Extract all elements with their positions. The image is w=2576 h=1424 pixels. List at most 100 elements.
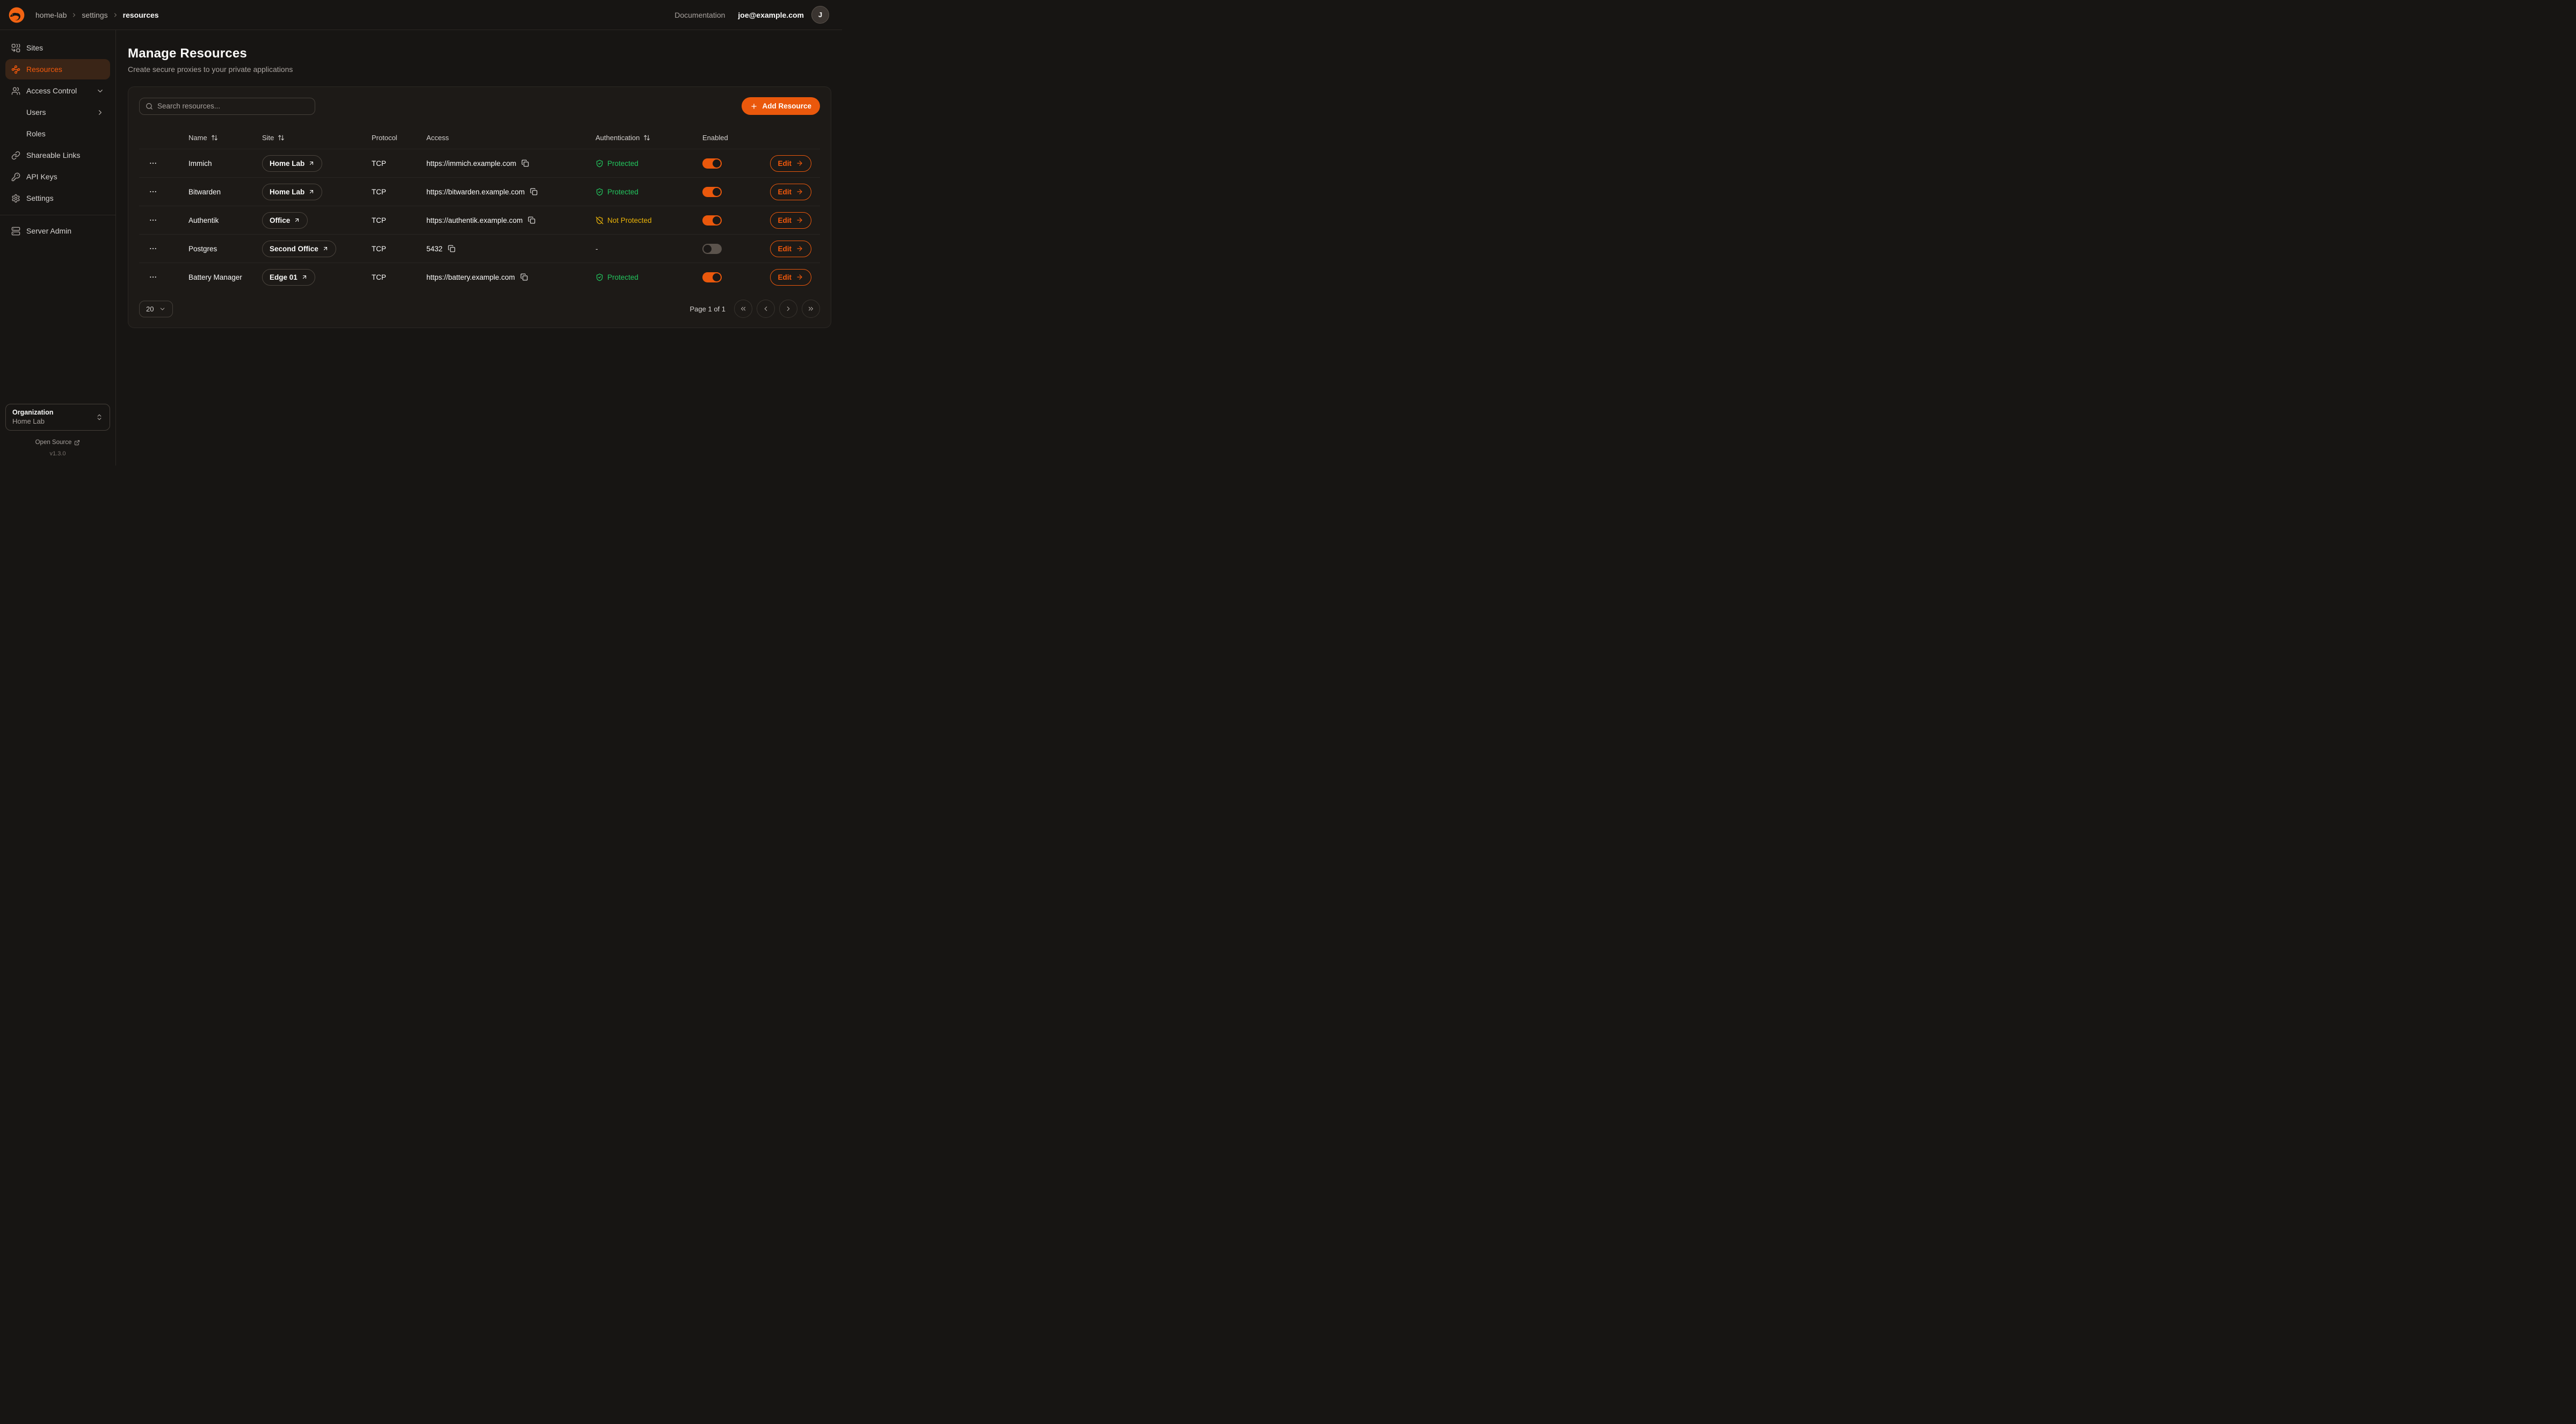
column-header-name[interactable]: Name — [188, 134, 262, 142]
app-version: v1.3.0 — [5, 451, 110, 457]
enabled-toggle[interactable] — [702, 215, 722, 226]
users-icon — [11, 86, 20, 96]
site-link-button[interactable]: Office — [262, 212, 308, 229]
external-link-icon — [74, 440, 80, 446]
enabled-toggle[interactable] — [702, 272, 722, 282]
protocol: TCP — [372, 273, 386, 281]
edit-label: Edit — [778, 273, 792, 281]
protocol: TCP — [372, 188, 386, 196]
copy-button[interactable] — [448, 245, 455, 252]
sidebar-item-label: Sites — [26, 43, 43, 52]
column-header-authentication[interactable]: Authentication — [596, 134, 702, 142]
row-menu-button[interactable] — [147, 214, 159, 227]
sidebar-item-resources[interactable]: Resources — [5, 59, 110, 79]
breadcrumb-resources[interactable]: resources — [123, 11, 159, 19]
chevron-left-icon — [762, 305, 770, 313]
first-page-button[interactable] — [734, 300, 752, 318]
search-box — [139, 98, 315, 115]
arrow-up-right-icon — [308, 160, 315, 166]
avatar[interactable]: J — [811, 6, 829, 24]
arrow-right-icon — [796, 159, 803, 167]
row-menu-button[interactable] — [147, 185, 159, 198]
page-size-select[interactable]: 20 — [139, 301, 173, 317]
breadcrumb-settings[interactable]: settings — [82, 11, 107, 19]
link-icon — [11, 151, 20, 160]
edit-button[interactable]: Edit — [770, 241, 812, 257]
organization-selector[interactable]: Organization Home Lab — [5, 404, 110, 431]
ellipsis-icon — [149, 273, 157, 281]
resource-name: Battery Manager — [188, 273, 242, 281]
resource-name: Authentik — [188, 216, 219, 224]
last-page-button[interactable] — [802, 300, 820, 318]
edit-button[interactable]: Edit — [770, 155, 812, 172]
site-link-button[interactable]: Second Office — [262, 241, 336, 257]
prev-page-button[interactable] — [757, 300, 775, 318]
auth-status: - — [596, 245, 702, 253]
resources-icon — [11, 65, 20, 74]
site-name: Second Office — [270, 245, 318, 253]
breadcrumb-home-lab[interactable]: home-lab — [35, 11, 67, 19]
add-resource-button[interactable]: Add Resource — [742, 97, 820, 115]
page-size-value: 20 — [146, 305, 154, 313]
copy-button[interactable] — [520, 273, 528, 281]
site-link-button[interactable]: Edge 01 — [262, 269, 315, 286]
row-menu-button[interactable] — [147, 242, 159, 255]
topbar: home-lab settings resources Documentatio… — [0, 0, 842, 30]
sidebar-item-server-admin[interactable]: Server Admin — [5, 221, 110, 241]
auth-status: Protected — [596, 159, 702, 168]
organization-label: Organization — [12, 408, 96, 417]
column-header-site[interactable]: Site — [262, 134, 372, 142]
table-row: Authentik Office TCP https://authentik.e… — [139, 206, 820, 234]
sidebar-item-users[interactable]: Users — [5, 102, 110, 122]
shield-check-icon — [596, 188, 604, 196]
chevron-down-icon — [96, 87, 104, 95]
copy-button[interactable] — [530, 188, 538, 195]
column-header-enabled: Enabled — [702, 134, 778, 142]
copy-icon — [528, 216, 535, 224]
sidebar-item-api-keys[interactable]: API Keys — [5, 166, 110, 187]
sort-icon — [643, 134, 650, 141]
breadcrumb: home-lab settings resources — [35, 11, 159, 19]
pagination: 20 Page 1 of 1 — [139, 300, 820, 318]
enabled-toggle[interactable] — [702, 187, 722, 197]
copy-button[interactable] — [521, 159, 529, 167]
open-source-link[interactable]: Open Source — [5, 439, 110, 446]
sidebar-item-sites[interactable]: Sites — [5, 38, 110, 58]
row-menu-button[interactable] — [147, 271, 159, 284]
ellipsis-icon — [149, 159, 157, 168]
sidebar-item-label: API Keys — [26, 172, 57, 181]
auth-status-label: Protected — [607, 188, 638, 196]
sidebar-item-access-control[interactable]: Access Control — [5, 81, 110, 101]
access-url: https://authentik.example.com — [426, 216, 523, 224]
chevrons-left-icon — [739, 305, 747, 313]
row-menu-button[interactable] — [147, 157, 159, 170]
site-name: Home Lab — [270, 159, 304, 168]
site-link-button[interactable]: Home Lab — [262, 184, 322, 200]
copy-icon — [521, 159, 529, 167]
search-input[interactable] — [157, 102, 309, 110]
user-email[interactable]: joe@example.com — [738, 11, 804, 19]
edit-button[interactable]: Edit — [770, 212, 812, 229]
toggle-knob — [713, 273, 721, 281]
enabled-toggle[interactable] — [702, 244, 722, 254]
chevron-right-icon — [785, 305, 792, 313]
enabled-toggle[interactable] — [702, 158, 722, 169]
chevron-right-icon — [71, 12, 77, 18]
protocol: TCP — [372, 245, 386, 253]
sidebar-item-label: Server Admin — [26, 227, 71, 235]
auth-status: Protected — [596, 188, 702, 196]
documentation-link[interactable]: Documentation — [674, 11, 725, 19]
edit-button[interactable]: Edit — [770, 184, 812, 200]
site-link-button[interactable]: Home Lab — [262, 155, 322, 172]
sidebar-item-shareable-links[interactable]: Shareable Links — [5, 145, 110, 165]
sidebar-item-label: Roles — [26, 129, 46, 138]
copy-icon — [530, 188, 538, 195]
arrow-up-right-icon — [322, 245, 329, 252]
sidebar-item-settings[interactable]: Settings — [5, 188, 110, 208]
sidebar-item-roles[interactable]: Roles — [5, 123, 110, 144]
next-page-button[interactable] — [779, 300, 797, 318]
toggle-knob — [713, 159, 721, 168]
edit-button[interactable]: Edit — [770, 269, 812, 286]
copy-button[interactable] — [528, 216, 535, 224]
resources-card: Add Resource Name Site Protocol — [128, 86, 831, 328]
